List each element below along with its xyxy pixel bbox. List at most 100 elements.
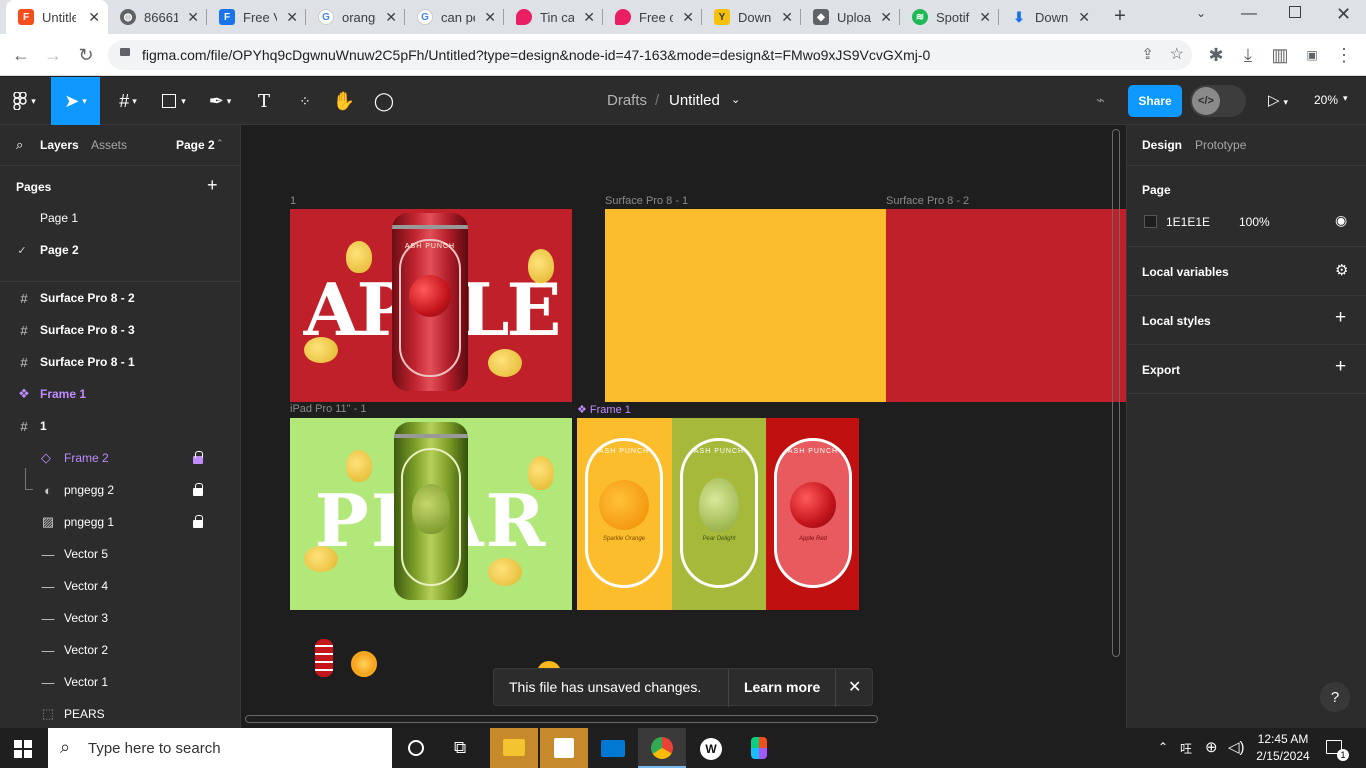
layer-item[interactable]: ◐ pngegg 2 <box>0 474 240 506</box>
tab-search-icon[interactable]: ⌄ <box>1196 6 1206 20</box>
cortana-icon[interactable] <box>408 740 424 756</box>
zoom-level[interactable]: 20% <box>1314 93 1338 107</box>
store-icon[interactable] <box>540 728 588 768</box>
chevron-down-icon[interactable]: ⌄ <box>731 93 740 106</box>
layer-item[interactable]: — Vector 4 <box>0 570 240 602</box>
windows-start-icon[interactable] <box>14 740 32 758</box>
layer-item[interactable]: # Surface Pro 8 - 3 <box>0 314 240 346</box>
layer-item[interactable]: # Surface Pro 8 - 2 <box>0 282 240 314</box>
page-item[interactable]: Page 1 <box>0 202 240 234</box>
tab-prototype[interactable]: Prototype <box>1195 138 1246 152</box>
design-canvas[interactable]: 1 Surface Pro 8 - 1 Surface Pro 8 - 2 iP… <box>241 125 1126 728</box>
zoom-chevron-icon[interactable]: ▾ <box>1343 93 1348 104</box>
share-page-icon[interactable]: ⇪ <box>1141 45 1154 63</box>
layer-item[interactable]: ❖ Frame 1 <box>0 378 240 410</box>
browser-tab[interactable]: F Free V ✕ <box>207 0 306 34</box>
local-styles-label[interactable]: Local styles <box>1142 314 1211 328</box>
close-window-icon[interactable]: ✕ <box>1336 4 1351 25</box>
search-icon[interactable]: ⌕ <box>16 137 23 153</box>
variables-settings-icon[interactable]: ⚙ <box>1335 261 1348 279</box>
file-explorer-icon[interactable] <box>490 728 538 768</box>
chevron-up-icon[interactable]: ⌃ <box>216 138 224 149</box>
profile-icon[interactable]: ▣ <box>1299 42 1325 68</box>
present-icon[interactable]: ▷ ▾ <box>1268 91 1288 109</box>
browser-tab[interactable]: ◍ 86661 ✕ <box>108 0 207 34</box>
frame-label[interactable]: Surface Pro 8 - 2 <box>886 195 969 207</box>
browser-tab[interactable]: Free c ✕ <box>603 0 702 34</box>
close-icon[interactable]: ✕ <box>385 9 397 26</box>
close-icon[interactable]: ✕ <box>979 9 991 26</box>
dev-mode-toggle[interactable]: </> <box>1190 85 1246 117</box>
layer-item[interactable]: — Vector 1 <box>0 666 240 698</box>
export-label[interactable]: Export <box>1142 363 1180 377</box>
volume-icon[interactable]: ◁) <box>1228 738 1245 756</box>
close-icon[interactable]: ✕ <box>848 677 861 697</box>
chrome-icon[interactable] <box>638 728 686 768</box>
hand-tool-icon[interactable]: ✋ <box>330 77 358 125</box>
close-icon[interactable]: ✕ <box>682 9 694 26</box>
restore-icon[interactable] <box>1289 6 1301 18</box>
close-icon[interactable]: ✕ <box>1078 9 1090 26</box>
browser-tab[interactable]: ≋ Spotif ✕ <box>900 0 999 34</box>
move-tool-icon[interactable]: ➤ ▾ <box>51 77 100 125</box>
surface-frame-red[interactable] <box>886 209 1126 402</box>
browser-tab[interactable]: G can pe ✕ <box>405 0 504 34</box>
reload-icon[interactable]: ↻ <box>73 42 99 68</box>
network-icon[interactable]: ⊕ <box>1205 738 1218 756</box>
browser-tab[interactable]: ⬇ Down ✕ <box>999 0 1098 34</box>
component-label[interactable]: ❖ Frame 1 <box>577 403 631 416</box>
extensions-icon[interactable]: ✱ <box>1203 42 1229 68</box>
breadcrumb-drafts[interactable]: Drafts <box>607 92 647 109</box>
language-icon[interactable]: 㕵 <box>1180 740 1192 757</box>
apple-slice-image[interactable] <box>315 639 333 677</box>
vertical-scrollbar[interactable] <box>1112 129 1120 657</box>
bookmark-star-icon[interactable]: ☆ <box>1170 44 1184 64</box>
close-icon[interactable]: ✕ <box>88 9 100 26</box>
task-view-icon[interactable]: ⧉ <box>454 738 466 758</box>
frame-label[interactable]: Surface Pro 8 - 1 <box>605 195 688 207</box>
browser-tab[interactable]: F Untitled ✕ <box>6 0 108 34</box>
layer-item[interactable]: — Vector 5 <box>0 538 240 570</box>
sidepanel-icon[interactable]: ▥ <box>1267 42 1293 68</box>
tab-layers[interactable]: Layers <box>40 138 79 152</box>
layer-item[interactable]: # Surface Pro 8 - 1 <box>0 346 240 378</box>
add-page-icon[interactable]: + <box>207 175 218 196</box>
browser-tab[interactable]: Y Down ✕ <box>702 0 801 34</box>
wps-icon[interactable]: W <box>700 738 722 760</box>
downloads-icon[interactable]: ⤓ <box>1235 42 1261 68</box>
browser-tab[interactable]: ◆ Uploa ✕ <box>801 0 900 34</box>
page-selector[interactable]: Page 2 <box>176 138 215 152</box>
url-field[interactable]: figma.com/file/OPYhq9cDgwnuWnuw2C5pFh/Un… <box>108 40 1192 70</box>
lock-icon[interactable] <box>193 451 203 464</box>
help-button[interactable]: ? <box>1320 682 1350 712</box>
forward-icon[interactable]: → <box>40 42 66 68</box>
taskbar-search[interactable]: ⌕ Type here to search <box>48 728 392 768</box>
text-tool-icon[interactable]: T <box>250 77 278 125</box>
horizontal-scrollbar[interactable] <box>245 715 878 723</box>
clock-time[interactable]: 12:45 AM <box>1256 732 1310 746</box>
menu-icon[interactable]: ⋮ <box>1331 42 1357 68</box>
eye-icon[interactable]: ◉ <box>1335 212 1347 229</box>
close-icon[interactable]: ✕ <box>484 9 496 26</box>
layer-item[interactable]: — Vector 3 <box>0 602 240 634</box>
resources-tool-icon[interactable]: ⁘ <box>290 77 320 125</box>
learn-more-link[interactable]: Learn more <box>744 679 820 695</box>
tab-assets[interactable]: Assets <box>91 138 127 152</box>
tab-design[interactable]: Design <box>1142 138 1182 152</box>
clock-date[interactable]: 2/15/2024 <box>1252 749 1314 763</box>
close-icon[interactable]: ✕ <box>286 9 298 26</box>
can-labels-component[interactable]: ASH PUNCH Sparkle Orange ASH PUNCH Pear … <box>577 418 859 610</box>
apple-poster-frame[interactable]: APPLE ASH PUNCH <box>290 209 572 402</box>
back-icon[interactable]: ← <box>8 42 34 68</box>
color-swatch[interactable] <box>1144 215 1157 228</box>
close-icon[interactable]: ✕ <box>781 9 793 26</box>
pear-poster-frame[interactable]: PEAR <box>290 418 572 610</box>
frame-label[interactable]: 1 <box>290 195 296 207</box>
add-export-icon[interactable]: + <box>1335 356 1346 378</box>
lock-icon[interactable] <box>193 515 203 528</box>
share-button[interactable]: Share <box>1128 85 1182 117</box>
minimize-icon[interactable]: — <box>1241 5 1257 23</box>
pen-tool-icon[interactable]: ✒ ▾ <box>200 77 240 125</box>
local-variables-label[interactable]: Local variables <box>1142 265 1229 279</box>
mail-icon[interactable] <box>601 740 625 757</box>
